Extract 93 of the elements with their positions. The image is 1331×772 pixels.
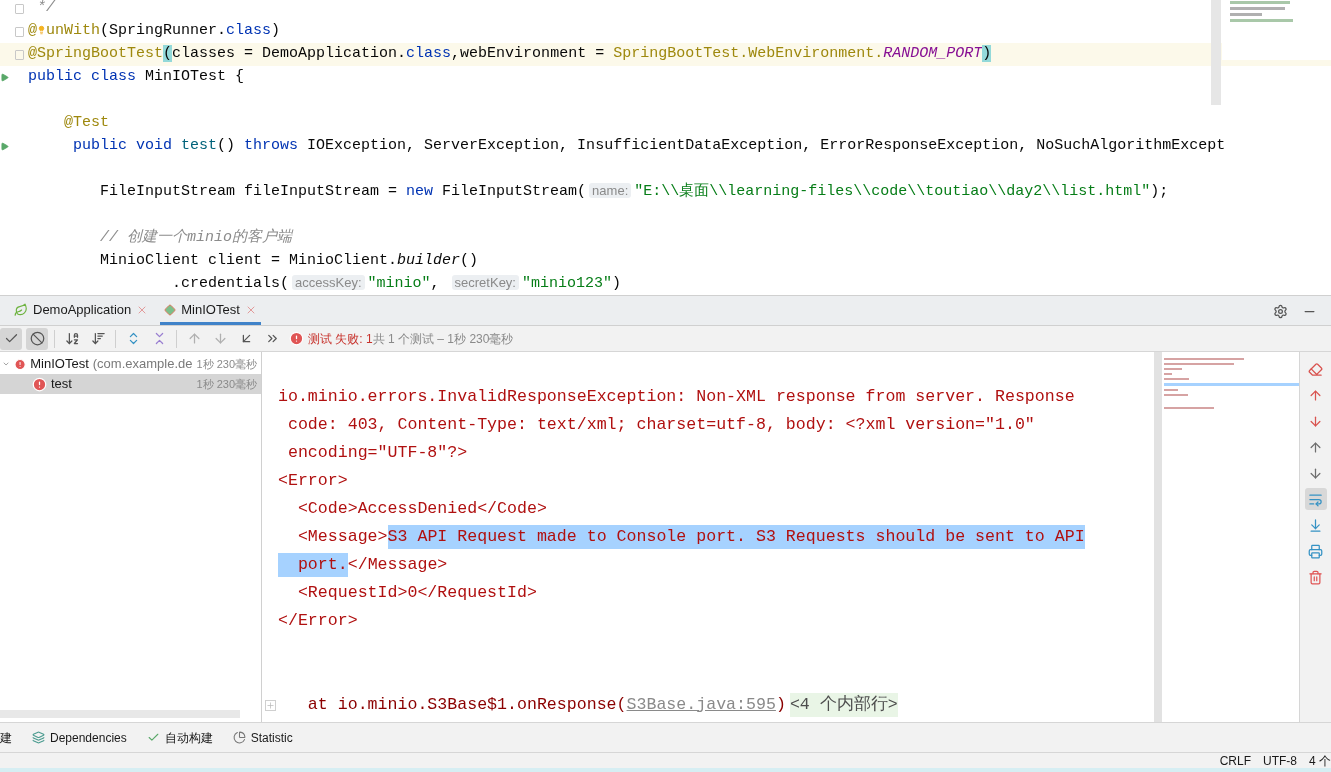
stop-icon[interactable] — [26, 327, 48, 350]
code-token: () — [217, 137, 237, 155]
code-token: ) — [271, 22, 281, 40]
test-failed-status: 测试 失败: 1 — [308, 330, 373, 348]
wrap-icon[interactable] — [1304, 488, 1327, 510]
fold-icon[interactable] — [15, 49, 24, 60]
status-bar-item[interactable]: UTF-8 — [1263, 751, 1297, 770]
code-token: classes = DemoApplication. — [172, 45, 407, 63]
error-icon — [14, 356, 27, 372]
test-tree-item[interactable]: test 1秒 230毫秒 — [0, 374, 261, 394]
console-text: port. — [278, 552, 348, 578]
status-bar-item[interactable]: CRLF — [1219, 751, 1251, 770]
console-text: code: 403, Content-Type: text/xml; charset=utf-8, body: <?xml version="1.0" — [286, 413, 1035, 436]
code-token: () — [460, 252, 479, 270]
lightbulb-icon[interactable] — [37, 24, 46, 37]
tool-window-button[interactable]: 建 — [0, 728, 12, 747]
code-token: class — [406, 45, 452, 63]
code-token: @SpringBootTest — [28, 45, 164, 63]
run-icon[interactable] — [0, 142, 9, 151]
console-text: <Code>AccessDenied</Code> — [296, 497, 547, 520]
code-token: @ — [28, 22, 37, 40]
code-token: IOException, ServerException, InsufficientDataException, ErrorResponseException, NoSuchAlgorithmExcept — [307, 137, 1226, 155]
code-token: MinioClient client = MinioClient. — [99, 252, 398, 270]
parameter-hint: secretKey: — [451, 275, 519, 291]
code-token: class — [226, 22, 272, 40]
test-name: MinIOTest — [30, 355, 89, 374]
editor-scrollbar[interactable] — [1211, 0, 1221, 105]
test-name: test — [51, 375, 72, 394]
diamond-icon — [164, 303, 177, 316]
status-bar-item[interactable]: 4 个 — [1309, 751, 1331, 770]
test-summary: 共 1 个测试 – 1秒 230毫秒 — [372, 330, 514, 348]
parameter-hint: accessKey: — [292, 275, 365, 291]
console-text: S3 API Request made to Console port. S3 Requests should be sent to API — [387, 524, 1085, 550]
code-token: SpringBootTest.WebEnvironment. — [613, 45, 884, 63]
code-token: @Test — [63, 114, 109, 132]
test-duration: 1秒 230毫秒 — [196, 376, 257, 392]
code-token: new — [406, 183, 435, 201]
tool-window-button[interactable]: Dependencies — [50, 728, 127, 747]
code-token: ,webEnvironment = — [451, 45, 606, 63]
fold-icon[interactable] — [15, 26, 24, 37]
source-link[interactable]: S3Base.java:595 — [626, 692, 776, 718]
test-tree-item[interactable]: MinIOTest (com.example.de 1秒 230毫秒 — [0, 354, 261, 374]
code-token: RANDOM_PORT — [883, 45, 983, 63]
test-duration: 1秒 230毫秒 — [196, 356, 257, 372]
code-token: ) — [612, 275, 621, 293]
fold-icon[interactable] — [15, 3, 24, 14]
code-token: ); — [1150, 183, 1169, 201]
code-token: test — [181, 137, 218, 155]
stack-trace-line: at io.minio.S3Base$1.onResponse( — [306, 693, 627, 716]
pie-chart-icon[interactable] — [232, 731, 246, 744]
code-token: "E:\\桌面\\learning-files\\code\\toutiao\\day2\\list.html" — [634, 183, 1151, 201]
console-text: <Message> — [296, 525, 388, 548]
console-text: </Error> — [278, 609, 358, 632]
check-icon[interactable] — [146, 731, 160, 744]
run-icon[interactable] — [0, 73, 9, 82]
code-token: ) — [982, 45, 992, 63]
code-token: throws — [244, 137, 300, 155]
code-token: public class — [28, 68, 138, 86]
error-icon — [32, 376, 47, 392]
code-token: "minio123" — [522, 275, 612, 293]
code-token: builder — [397, 252, 461, 270]
layers-icon[interactable] — [32, 731, 45, 744]
code-token: , — [430, 275, 441, 293]
tool-window-button[interactable]: Statistic — [250, 728, 293, 747]
code-token: .credentials( — [171, 275, 290, 293]
code-token: FileInputStream fileInputStream = — [99, 183, 399, 201]
folded-lines[interactable]: <4 个内部行> — [789, 692, 898, 718]
code-token: FileInputStream( — [442, 183, 587, 201]
code-token: */ — [36, 0, 55, 17]
error-icon — [289, 331, 304, 346]
tool-window-button[interactable]: 自动构建 — [164, 728, 213, 747]
check-icon[interactable] — [0, 327, 22, 350]
console-text: </Message> — [347, 553, 448, 576]
code-token: // 创建一个minio的客户端 — [99, 229, 293, 247]
parameter-hint: name: — [589, 183, 632, 199]
settings-icon[interactable] — [1273, 303, 1288, 319]
tab-label: MinIOTest — [181, 300, 240, 319]
expand-icon[interactable] — [264, 699, 276, 711]
test-package: (com.example.de — [92, 355, 193, 374]
stack-trace-text: ) — [775, 693, 786, 716]
code-token: MinIOTest { — [145, 68, 245, 86]
console-text: <RequestId>0</RequestId> — [296, 581, 537, 604]
code-token: unWith — [46, 22, 101, 40]
console-text: io.minio.errors.InvalidResponseException: Non-XML response from server. Response — [278, 385, 1075, 408]
code-token: (SpringRunner. — [100, 22, 227, 40]
code-token: public void — [72, 137, 174, 155]
code-token: ( — [163, 45, 173, 63]
console-text: encoding="UTF-8"?> — [286, 441, 468, 464]
code-token: "minio" — [367, 275, 431, 293]
tab-label: DemoApplication — [33, 300, 132, 319]
console-text: <Error> — [278, 469, 348, 492]
run-tab[interactable]: DemoApplication — [10, 297, 153, 325]
leaf-icon — [14, 302, 28, 317]
